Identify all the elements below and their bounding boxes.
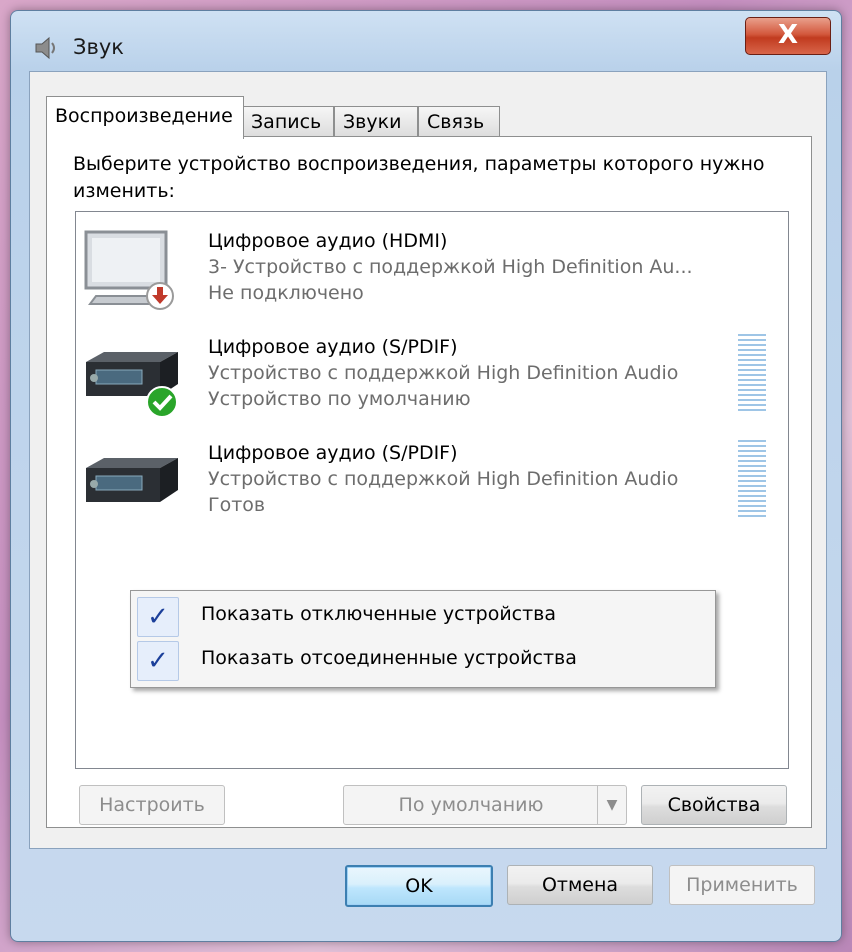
apply-button[interactable]: Применить bbox=[669, 865, 815, 905]
checkmark-icon: ✓ bbox=[137, 641, 179, 681]
chevron-down-icon[interactable]: ▼ bbox=[597, 786, 626, 824]
device-item[interactable]: Цифровое аудио (S/PDIF) Устройство с под… bbox=[76, 430, 788, 530]
title-bar[interactable]: Звук X bbox=[11, 11, 841, 71]
tab-recording[interactable]: Запись bbox=[242, 106, 334, 137]
default-checkmark-icon bbox=[146, 386, 178, 418]
device-name: Цифровое аудио (S/PDIF) bbox=[208, 442, 458, 464]
tab-label: Воспроизведение bbox=[55, 105, 233, 127]
ok-button[interactable]: OK bbox=[345, 865, 493, 907]
speaker-icon bbox=[35, 36, 55, 60]
playback-panel: Выберите устройство воспроизведения, пар… bbox=[46, 136, 812, 828]
volume-level-meter bbox=[738, 440, 766, 520]
tab-sounds[interactable]: Звуки bbox=[334, 106, 418, 137]
client-area: Воспроизведение Запись Звуки Связь Выбер… bbox=[29, 71, 827, 849]
instructions-text: Выберите устройство воспроизведения, пар… bbox=[73, 153, 765, 202]
device-item[interactable]: Цифровое аудио (S/PDIF) Устройство с под… bbox=[76, 324, 788, 424]
set-default-button[interactable]: По умолчанию ▼ bbox=[343, 785, 627, 825]
tab-playback[interactable]: Воспроизведение bbox=[46, 96, 244, 139]
device-list[interactable]: Цифровое аудио (HDMI) 3- Устройство с по… bbox=[75, 211, 789, 769]
receiver-icon bbox=[86, 458, 178, 502]
device-status: Готов bbox=[208, 494, 266, 516]
monitor-icon bbox=[84, 230, 174, 310]
menu-item-label: Показать отключенные устройства bbox=[201, 603, 557, 625]
properties-button[interactable]: Свойства bbox=[641, 785, 787, 825]
configure-button[interactable]: Настроить bbox=[79, 785, 225, 825]
sound-dialog: Звук X Воспроизведение Запись Звуки Связ… bbox=[10, 10, 842, 942]
cancel-button[interactable]: Отмена bbox=[507, 865, 653, 905]
context-menu: ✓ Показать отключенные устройства ✓ Пока… bbox=[130, 590, 716, 688]
tab-communications[interactable]: Связь bbox=[418, 106, 500, 137]
device-description: Устройство с поддержкой High Definition … bbox=[208, 468, 679, 490]
menu-item-show-disabled[interactable]: ✓ Показать отключенные устройства bbox=[135, 595, 711, 637]
device-name: Цифровое аудио (S/PDIF) bbox=[208, 336, 458, 358]
menu-item-label: Показать отсоединенные устройства bbox=[201, 647, 577, 669]
window-title: Звук bbox=[73, 35, 124, 59]
device-status: Устройство по умолчанию bbox=[208, 388, 471, 410]
device-status: Не подключено bbox=[208, 282, 364, 304]
volume-level-meter bbox=[738, 334, 766, 414]
disconnected-badge-icon bbox=[146, 282, 174, 310]
tab-label: Запись bbox=[251, 111, 322, 133]
device-item[interactable]: Цифровое аудио (HDMI) 3- Устройство с по… bbox=[76, 218, 788, 318]
device-description: 3- Устройство с поддержкой High Definiti… bbox=[208, 256, 693, 278]
set-default-label: По умолчанию bbox=[398, 794, 544, 816]
receiver-icon bbox=[86, 352, 178, 418]
close-button[interactable]: X bbox=[745, 17, 831, 55]
menu-item-show-disconnected[interactable]: ✓ Показать отсоединенные устройства bbox=[135, 639, 711, 681]
device-description: Устройство с поддержкой High Definition … bbox=[208, 362, 679, 384]
tab-label: Звуки bbox=[343, 111, 402, 133]
device-name: Цифровое аудио (HDMI) bbox=[208, 230, 448, 252]
close-icon: X bbox=[777, 20, 799, 50]
tab-label: Связь bbox=[427, 111, 485, 133]
checkmark-icon: ✓ bbox=[137, 597, 179, 637]
